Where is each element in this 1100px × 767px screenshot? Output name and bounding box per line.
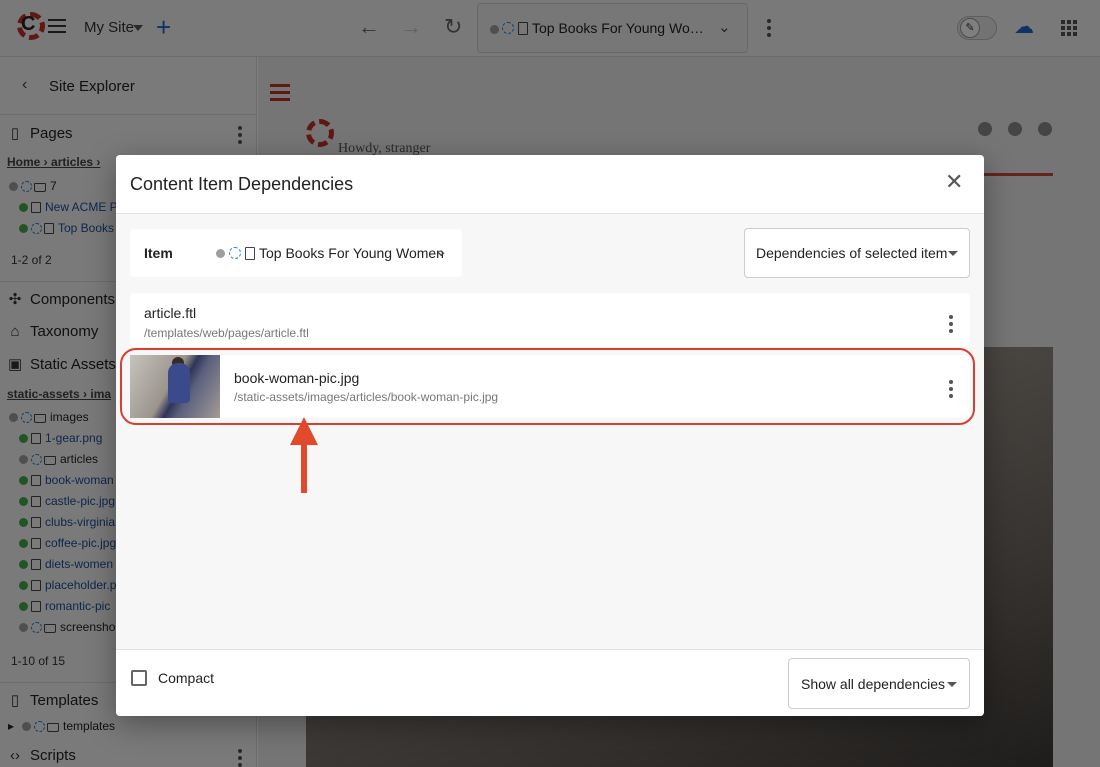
info-icon — [229, 247, 241, 259]
dialog-title: Content Item Dependencies — [130, 174, 354, 194]
more-icon[interactable] — [949, 315, 953, 336]
close-icon[interactable]: ✕ — [945, 171, 963, 193]
dialog-header: Content Item Dependencies ✕ — [116, 155, 984, 214]
item-label: Item — [144, 245, 173, 261]
dependency-name: article.ftl — [144, 305, 197, 321]
highlight-outline — [120, 348, 975, 425]
chevron-down-icon[interactable]: ⌄ — [435, 242, 448, 260]
page-icon — [245, 247, 255, 260]
select-value: Dependencies of selected item — [756, 245, 948, 261]
select-value: Show all dependencies — [801, 676, 945, 692]
show-dependencies-select[interactable]: Show all dependencies — [788, 658, 970, 709]
item-name: Top Books For Young Women — [259, 245, 444, 261]
caret-down-icon — [948, 251, 958, 256]
compact-checkbox[interactable] — [131, 670, 147, 686]
compact-label: Compact — [158, 670, 215, 686]
caret-down-icon — [947, 682, 957, 687]
dependency-type-select[interactable]: Dependencies of selected item — [744, 228, 970, 278]
dependencies-dialog: Content Item Dependencies ✕ Item Top Boo… — [116, 155, 984, 716]
dependency-path: /templates/web/pages/article.ftl — [144, 326, 309, 340]
status-dot — [216, 249, 225, 258]
dependency-row[interactable]: article.ftl /templates/web/pages/article… — [130, 293, 970, 347]
item-selector[interactable]: Item Top Books For Young Women ⌄ — [130, 229, 462, 277]
arrow-shaft — [301, 440, 307, 493]
dialog-footer: Compact Show all dependencies — [116, 649, 984, 716]
